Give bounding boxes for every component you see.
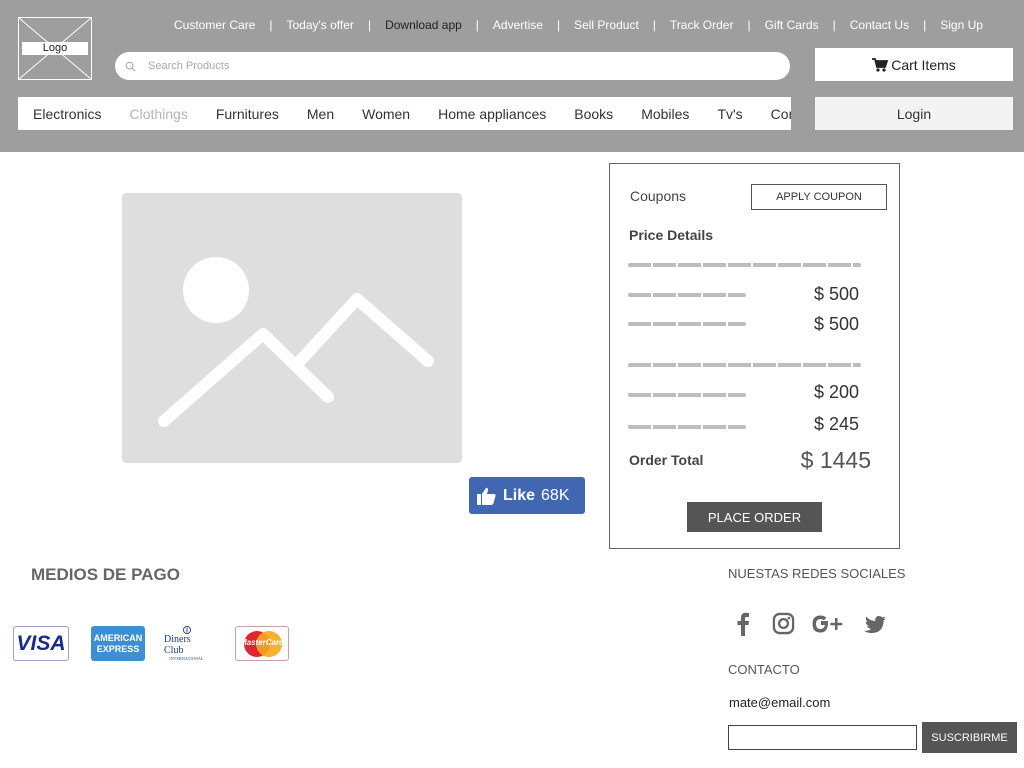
subscribe-button[interactable]: SUSCRIBIRME — [922, 722, 1017, 753]
mastercard-card-logo: MasterCard — [235, 626, 289, 661]
amex-line-2: EXPRESS — [96, 643, 140, 654]
category-nav: Electronics Clothings Furnitures Men Wom… — [18, 97, 791, 130]
search-bar[interactable] — [115, 52, 790, 80]
diners-sublabel: INTERNATIONAL — [169, 656, 204, 661]
price-line-2: $ 500 — [813, 314, 859, 334]
mastercard-label: MasterCard — [239, 638, 284, 647]
cart-button[interactable]: Cart Items — [815, 48, 1013, 81]
visa-card-logo: VISA — [13, 626, 69, 661]
order-summary-panel: Coupons APPLY COUPON Price Details $ 500… — [609, 163, 900, 549]
nav-item-furnitures[interactable]: Furnitures — [201, 106, 292, 122]
facebook-like-button[interactable]: Like 68K — [469, 477, 585, 514]
top-link-customer-care[interactable]: Customer Care — [160, 18, 269, 32]
nav-item-men[interactable]: Men — [292, 106, 347, 122]
like-label: Like — [503, 486, 536, 504]
shopping-cart-icon — [872, 57, 889, 72]
subscribe-email-input[interactable] — [728, 725, 917, 750]
top-link-sign-up[interactable]: Sign Up — [926, 18, 997, 32]
nav-item-tvs[interactable]: Tv's — [702, 106, 755, 122]
contact-title: CONTACTO — [728, 662, 800, 677]
nav-item-computers[interactable]: Computers — [756, 106, 791, 122]
price-line-1: $ 500 — [813, 284, 859, 304]
product-image[interactable] — [122, 193, 462, 463]
nav-item-home-appliances[interactable]: Home appliances — [423, 106, 559, 122]
top-links: Customer Care | Today's offer | Download… — [160, 16, 997, 34]
order-total-value: $ 1445 — [800, 447, 871, 473]
nav-item-clothings[interactable]: Clothings — [114, 106, 200, 122]
logo-label: Logo — [22, 42, 88, 55]
top-link-gift-cards[interactable]: Gift Cards — [751, 18, 833, 32]
instagram-icon[interactable] — [772, 612, 795, 635]
text-placeholder — [628, 293, 746, 297]
search-input[interactable] — [148, 60, 748, 72]
top-link-download-app[interactable]: Download app — [371, 18, 476, 32]
logo[interactable]: Logo — [18, 17, 92, 80]
facebook-icon[interactable] — [736, 612, 750, 636]
place-order-button[interactable]: PLACE ORDER — [687, 502, 822, 532]
contact-email[interactable]: mate@email.com — [729, 695, 830, 710]
google-plus-icon[interactable] — [812, 612, 844, 636]
image-placeholder-icon — [158, 257, 434, 427]
price-line-3: $ 200 — [813, 382, 859, 402]
social-networks-title: NUESTAS REDES SOCIALES — [728, 566, 906, 581]
nav-item-electronics[interactable]: Electronics — [18, 106, 114, 122]
coupons-label: Coupons — [630, 188, 687, 204]
apply-coupon-button[interactable]: APPLY COUPON — [751, 184, 887, 210]
diners-emblem-icon — [182, 626, 191, 634]
diners-card-logo: Diners Club INTERNATIONAL — [164, 626, 209, 661]
top-link-contact-us[interactable]: Contact Us — [836, 18, 923, 32]
price-details-title: Price Details — [629, 227, 714, 243]
top-link-track-order[interactable]: Track Order — [656, 18, 748, 32]
text-placeholder — [628, 263, 861, 267]
price-line-4: $ 245 — [813, 414, 859, 434]
text-placeholder — [628, 322, 746, 326]
text-placeholder — [628, 393, 746, 397]
text-placeholder — [628, 425, 746, 429]
top-link-sell-product[interactable]: Sell Product — [560, 18, 653, 32]
top-link-todays-offer[interactable]: Today's offer — [272, 18, 367, 32]
amex-card-logo: AMERICAN EXPRESS — [91, 626, 145, 661]
order-total-label: Order Total — [629, 452, 704, 468]
search-icon — [125, 61, 136, 72]
nav-item-women[interactable]: Women — [347, 106, 423, 122]
diners-label: Diners Club — [164, 634, 191, 656]
thumbs-up-icon — [477, 487, 496, 505]
top-link-advertise[interactable]: Advertise — [479, 18, 557, 32]
nav-item-mobiles[interactable]: Mobiles — [626, 106, 702, 122]
header-bar: Logo Customer Care | Today's offer | Dow… — [0, 0, 1024, 152]
cart-label: Cart Items — [891, 56, 956, 73]
like-count: 68K — [541, 486, 570, 504]
text-placeholder — [628, 363, 861, 367]
login-button[interactable]: Login — [815, 97, 1013, 130]
amex-line-1: AMERICAN — [93, 632, 143, 643]
nav-item-books[interactable]: Books — [559, 106, 626, 122]
twitter-icon[interactable] — [864, 616, 886, 634]
payment-methods-title: MEDIOS DE PAGO — [31, 565, 180, 584]
